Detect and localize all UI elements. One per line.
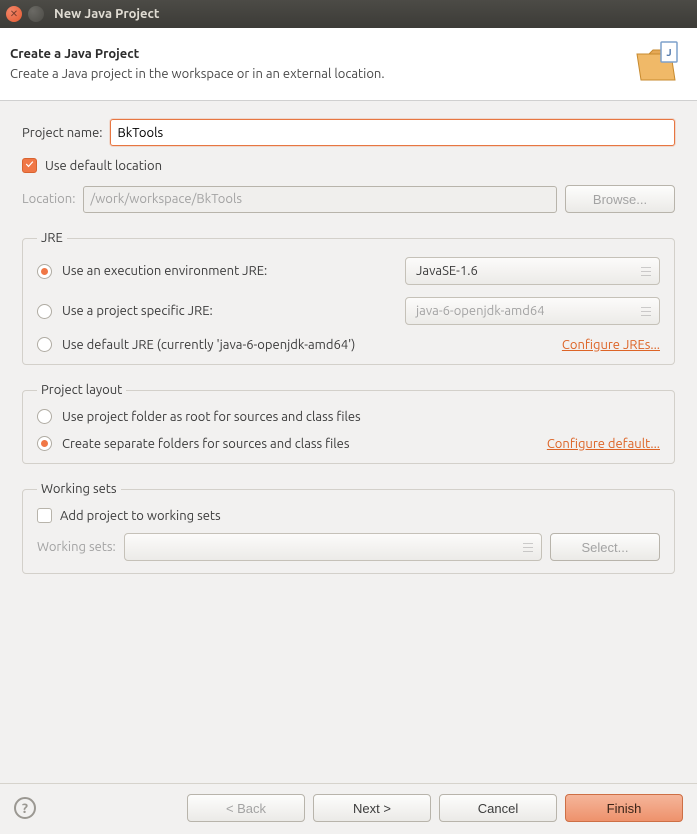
use-default-location-checkbox[interactable]: [22, 158, 37, 173]
next-button[interactable]: Next >: [313, 794, 431, 822]
location-input: [83, 186, 557, 213]
window-title: New Java Project: [54, 7, 160, 21]
titlebar: ✕ New Java Project: [0, 0, 697, 28]
header-subtitle: Create a Java project in the workspace o…: [10, 67, 385, 81]
project-specific-radio[interactable]: [37, 304, 52, 319]
exec-env-dropdown[interactable]: JavaSE-1.6: [405, 257, 660, 285]
project-specific-label: Use a project specific JRE:: [62, 304, 395, 318]
separate-folders-label: Create separate folders for sources and …: [62, 437, 349, 451]
help-icon[interactable]: ?: [14, 797, 36, 819]
dialog-header: Create a Java Project Create a Java proj…: [0, 28, 697, 101]
cancel-button[interactable]: Cancel: [439, 794, 557, 822]
java-project-icon: J: [633, 40, 681, 88]
jre-legend: JRE: [37, 231, 67, 245]
default-jre-label: Use default JRE (currently 'java-6-openj…: [62, 338, 355, 352]
working-sets-legend: Working sets: [37, 482, 121, 496]
project-layout-group: Project layout Use project folder as roo…: [22, 383, 675, 464]
use-default-location-label: Use default location: [45, 159, 162, 173]
working-sets-dropdown: [124, 533, 542, 561]
separate-folders-radio[interactable]: [37, 436, 52, 451]
configure-default-link[interactable]: Configure default...: [547, 437, 660, 451]
select-button: Select...: [550, 533, 660, 561]
configure-jres-link[interactable]: Configure JREs...: [562, 338, 660, 352]
working-sets-label: Working sets:: [37, 540, 116, 554]
project-name-input[interactable]: [110, 119, 675, 146]
browse-button: Browse...: [565, 185, 675, 213]
window-minimize-button[interactable]: [28, 6, 44, 22]
location-label: Location:: [22, 192, 75, 206]
back-button: < Back: [187, 794, 305, 822]
working-sets-group: Working sets Add project to working sets…: [22, 482, 675, 574]
project-name-label: Project name:: [22, 126, 102, 140]
default-jre-radio[interactable]: [37, 337, 52, 352]
root-folder-label: Use project folder as root for sources a…: [62, 410, 660, 424]
window-close-button[interactable]: ✕: [6, 6, 22, 22]
dialog-footer: ? < Back Next > Cancel Finish: [0, 783, 697, 834]
project-specific-dropdown: java-6-openjdk-amd64: [405, 297, 660, 325]
exec-env-radio[interactable]: [37, 264, 52, 279]
jre-group: JRE Use an execution environment JRE: Ja…: [22, 231, 675, 365]
svg-text:J: J: [666, 47, 671, 58]
project-layout-legend: Project layout: [37, 383, 126, 397]
header-title: Create a Java Project: [10, 47, 385, 61]
finish-button[interactable]: Finish: [565, 794, 683, 822]
add-to-working-sets-checkbox[interactable]: [37, 508, 52, 523]
add-to-working-sets-label: Add project to working sets: [60, 509, 221, 523]
root-folder-radio[interactable]: [37, 409, 52, 424]
exec-env-label: Use an execution environment JRE:: [62, 264, 395, 278]
